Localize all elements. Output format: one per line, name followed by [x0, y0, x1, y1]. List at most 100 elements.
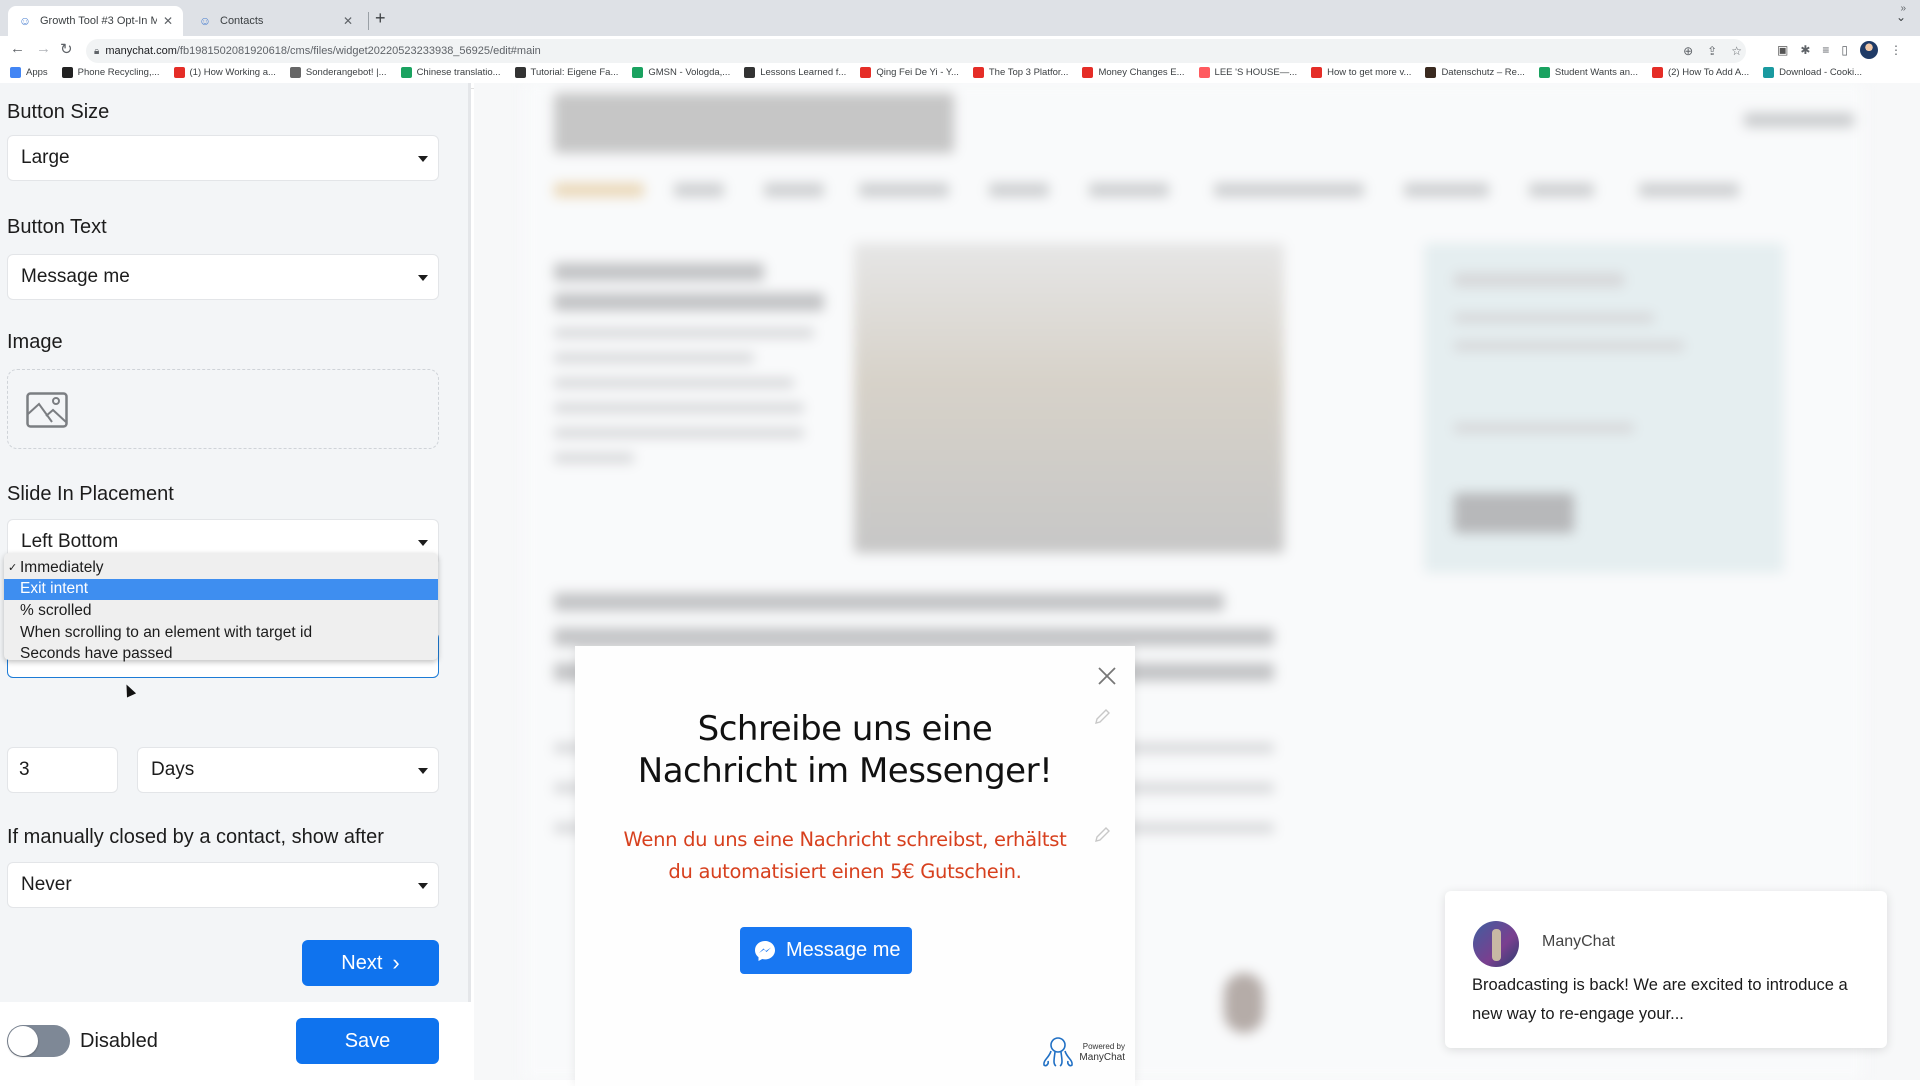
- bookmark-item[interactable]: LEE 'S HOUSE—...: [1198, 66, 1298, 78]
- profile-avatar[interactable]: [1860, 41, 1878, 59]
- blurred-paragraph: [554, 593, 1224, 611]
- button-size-select[interactable]: Large: [7, 135, 439, 181]
- blurred-headline: [554, 293, 824, 311]
- youtube-icon: [1651, 66, 1663, 78]
- manual-close-value: Never: [21, 874, 72, 895]
- close-icon[interactable]: [1097, 666, 1117, 686]
- blurred-paragraph: [554, 628, 1274, 646]
- bookmark-item[interactable]: Qing Fei De Yi - Y...: [860, 66, 959, 78]
- toggle-knob: [8, 1026, 38, 1056]
- notification-card[interactable]: ManyChat Broadcasting is back! We are ex…: [1445, 891, 1887, 1048]
- enabled-toggle[interactable]: [7, 1025, 70, 1057]
- blurred-text: [554, 328, 814, 338]
- repeat-unit-select[interactable]: Days: [137, 747, 439, 793]
- dropdown-option[interactable]: ✓ Immediately: [4, 557, 438, 579]
- bookmark-item[interactable]: Datenschutz – Re...: [1425, 66, 1525, 78]
- bookmark-item[interactable]: Sonderangebot! |...: [289, 66, 387, 78]
- image-placeholder-icon: [26, 392, 68, 428]
- blurred-sidebar-button: [1454, 493, 1574, 533]
- bookmark-item[interactable]: Chinese translatio...: [400, 66, 501, 78]
- powered-by-manychat[interactable]: Powered by ManyChat: [1041, 1036, 1125, 1068]
- facebook-extension-icon[interactable]: ▣: [1777, 43, 1788, 57]
- bookmark-item[interactable]: (2) How To Add A...: [1651, 66, 1749, 78]
- tab-separator: [368, 12, 369, 30]
- repeat-number-input[interactable]: 3: [7, 747, 118, 793]
- bookmark-label: Lessons Learned f...: [760, 66, 847, 78]
- hash-icon: [514, 66, 526, 78]
- manual-close-select[interactable]: Never: [7, 862, 439, 908]
- site-icon: [289, 66, 301, 78]
- close-tab-icon[interactable]: ✕: [343, 14, 353, 28]
- blurred-header-links: [1744, 113, 1854, 127]
- dropdown-option[interactable]: Seconds have passed: [4, 643, 438, 665]
- save-button[interactable]: Save: [296, 1018, 439, 1064]
- edit-pencil-icon[interactable]: [1093, 826, 1111, 844]
- popup-subtitle[interactable]: Wenn du uns eine Nachricht schreibst, er…: [615, 824, 1075, 888]
- button-text-select[interactable]: Message me: [7, 254, 439, 300]
- when-display-dropdown: ✓ Immediately Exit intent % scrolled When sc…: [4, 553, 438, 662]
- bookmark-item[interactable]: Apps: [10, 66, 48, 78]
- forward-arrow-icon[interactable]: →: [36, 40, 51, 57]
- tab-growth-tool[interactable]: ☺ Growth Tool #3 Opt-In Messag ✕: [8, 6, 183, 36]
- blurred-text: [554, 453, 634, 463]
- share-icon[interactable]: ⇪: [1707, 44, 1717, 58]
- bookmarks-overflow-icon[interactable]: »: [1900, 3, 1906, 14]
- new-tab-plus-icon[interactable]: +: [375, 8, 386, 29]
- back-arrow-icon[interactable]: ←: [10, 40, 25, 57]
- browser-menu-kebab-icon[interactable]: ⋮: [1890, 43, 1902, 57]
- dropdown-option-label: Exit intent: [20, 580, 89, 598]
- bookmark-star-icon[interactable]: ☆: [1731, 44, 1742, 58]
- side-panel-icon[interactable]: ▯: [1841, 43, 1848, 57]
- bookmark-label: (1) How Working a...: [189, 66, 276, 78]
- bookmark-label: The Top 3 Platfor...: [988, 66, 1069, 78]
- bookmark-label: GMSN - Vologda,...: [648, 66, 731, 78]
- dropdown-option[interactable]: Exit intent: [4, 578, 438, 601]
- bookmark-label: Student Wants an...: [1554, 66, 1638, 78]
- blurred-text: [554, 353, 754, 363]
- caret-down-icon: [418, 768, 428, 774]
- blurred-text: [1454, 341, 1684, 351]
- bookmark-label: Download - Cooki...: [1779, 66, 1863, 78]
- tab-contacts[interactable]: ☺ Contacts ✕: [188, 6, 363, 36]
- dropdown-option[interactable]: When scrolling to an element with target…: [4, 622, 438, 644]
- bookmark-item[interactable]: How to get more v...: [1311, 66, 1411, 78]
- repeat-unit-value: Days: [151, 759, 195, 780]
- bookmark-label: LEE 'S HOUSE—...: [1214, 66, 1298, 78]
- slide-in-placement-value: Left Bottom: [21, 531, 119, 552]
- bookmark-item[interactable]: Student Wants an...: [1538, 66, 1638, 78]
- caret-down-icon: [418, 275, 428, 281]
- manychat-octopus-logo-icon: [1043, 1037, 1074, 1067]
- caret-down-icon: [418, 540, 428, 546]
- blurred-text: [554, 428, 804, 438]
- zoom-magnifier-icon[interactable]: ⊕: [1683, 44, 1693, 58]
- site-icon: [1538, 66, 1550, 78]
- bookmark-item[interactable]: Download - Cooki...: [1763, 66, 1863, 78]
- address-bar[interactable]: 🔒︎ manychat.com/fb1981502081920618/cms/f…: [86, 39, 1746, 63]
- blurred-text: [554, 378, 794, 388]
- bookmark-item[interactable]: Tutorial: Eigene Fa...: [514, 66, 618, 78]
- image-upload-area[interactable]: [7, 369, 439, 449]
- message-me-button[interactable]: Message me: [740, 927, 912, 974]
- dropdown-option[interactable]: % scrolled: [4, 600, 438, 622]
- reload-icon[interactable]: ↻: [60, 40, 73, 58]
- slide-in-placement-label: Slide In Placement: [7, 483, 174, 505]
- manychat-favicon-icon: ☺: [18, 14, 32, 28]
- close-tab-icon[interactable]: ✕: [163, 14, 173, 28]
- extensions-puzzle-icon[interactable]: ✱: [1800, 43, 1810, 57]
- bookmark-item[interactable]: Phone Recycling,...: [61, 66, 160, 78]
- bookmark-label: Money Changes E...: [1098, 66, 1185, 78]
- reading-list-icon[interactable]: ≡: [1822, 43, 1829, 57]
- bookmark-item[interactable]: (1) How Working a...: [173, 66, 276, 78]
- next-button[interactable]: Next ›: [302, 940, 439, 986]
- blurred-text: [554, 403, 804, 413]
- blurred-nav-item: [554, 183, 644, 197]
- popup-title[interactable]: Schreibe uns eine Nachricht im Messenger…: [615, 708, 1075, 792]
- bookmark-item[interactable]: The Top 3 Platfor...: [972, 66, 1069, 78]
- site-icon: [1763, 66, 1775, 78]
- edit-pencil-icon[interactable]: [1093, 708, 1111, 726]
- bookmark-item[interactable]: GMSN - Vologda,...: [632, 66, 731, 78]
- dropdown-option-label: Seconds have passed: [20, 645, 173, 663]
- bookmark-item[interactable]: Lessons Learned f...: [744, 66, 847, 78]
- bookmark-label: Phone Recycling,...: [77, 66, 160, 78]
- bookmark-item[interactable]: Money Changes E...: [1082, 66, 1185, 78]
